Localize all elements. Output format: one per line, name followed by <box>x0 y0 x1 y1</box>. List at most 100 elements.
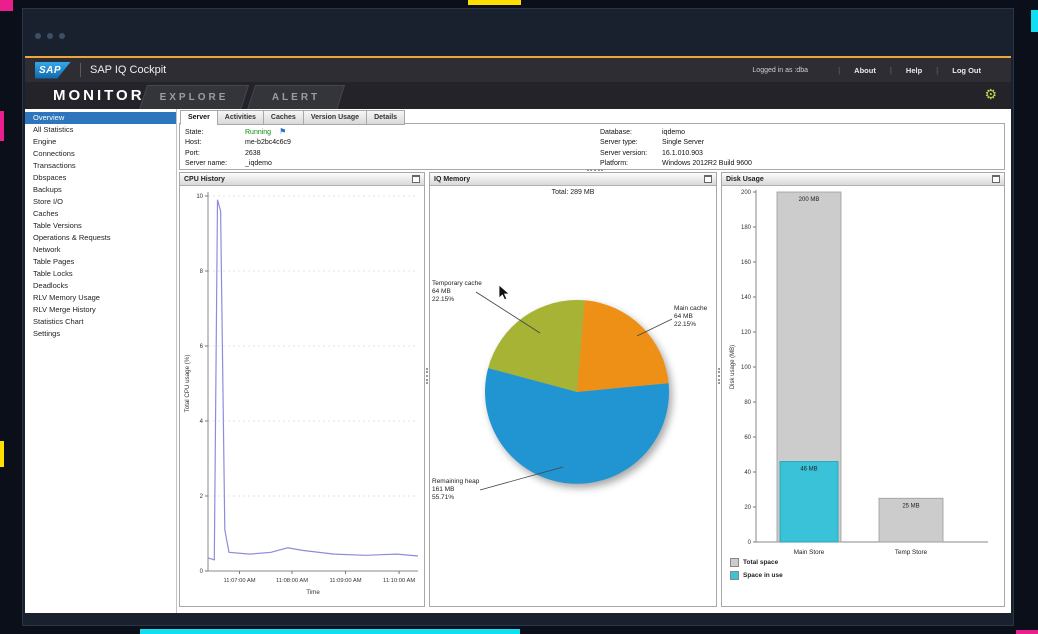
flag-icon[interactable]: ⚑ <box>279 128 286 136</box>
window-control-dot[interactable] <box>47 33 53 39</box>
maximize-icon[interactable] <box>704 175 712 183</box>
info-value: Running <box>245 129 271 136</box>
maximize-icon[interactable] <box>992 175 1000 183</box>
sidebar-item-statistics-chart[interactable]: Statistics Chart <box>25 316 176 328</box>
window-control-dot[interactable] <box>59 33 65 39</box>
sidebar-item-connections[interactable]: Connections <box>25 148 176 160</box>
sidebar-item-settings[interactable]: Settings <box>25 328 176 340</box>
sap-logo-text: SAP <box>39 65 61 76</box>
svg-text:11:07:00 AM: 11:07:00 AM <box>223 578 255 584</box>
legend-item: Total space <box>730 558 783 567</box>
tab-alert-label: ALERT <box>252 86 340 109</box>
sidebar-item-table-locks[interactable]: Table Locks <box>25 268 176 280</box>
info-row: Server name:_iqdemo <box>185 159 291 170</box>
sidebar-item-backups[interactable]: Backups <box>25 184 176 196</box>
edge-mark-top-yellow <box>468 0 521 5</box>
horizontal-splitter[interactable] <box>587 169 603 171</box>
svg-text:200 MB: 200 MB <box>799 197 820 203</box>
sidebar-item-network[interactable]: Network <box>25 244 176 256</box>
sidebar-item-store-i-o[interactable]: Store I/O <box>25 196 176 208</box>
edge-mark-top-left <box>0 0 13 11</box>
server-info-right: Database:iqdemoServer type:Single Server… <box>600 127 752 169</box>
edge-mark-bottom-right <box>1016 630 1038 634</box>
help-link[interactable]: Help <box>906 66 922 75</box>
app-header: SAP SAP IQ Cockpit Logged in as :dba | A… <box>25 56 1011 82</box>
sidebar-item-rlv-merge-history[interactable]: RLV Merge History <box>25 304 176 316</box>
panel-title: Disk Usage <box>726 176 992 183</box>
content-area: OverviewAll StatisticsEngineConnectionsT… <box>25 109 1011 613</box>
separator: | <box>838 66 840 75</box>
tab-caches[interactable]: Caches <box>263 110 303 125</box>
tab-activities[interactable]: Activities <box>217 110 263 125</box>
info-value: Single Server <box>662 139 704 146</box>
sidebar-item-transactions[interactable]: Transactions <box>25 160 176 172</box>
tab-version-usage[interactable]: Version Usage <box>303 110 366 125</box>
info-value: iqdemo <box>662 129 685 136</box>
disk-usage-chart: 020406080100120140160180200Disk usage (M… <box>722 186 1004 606</box>
sidebar-item-engine[interactable]: Engine <box>25 136 176 148</box>
splitter-grip <box>426 368 428 384</box>
tab-monitor[interactable]: MONITOR <box>53 87 145 104</box>
main-nav: MONITOR EXPLORE ALERT ⚙ <box>25 82 1011 109</box>
about-link[interactable]: About <box>854 66 876 75</box>
info-value: Windows 2012R2 Build 9600 <box>662 160 752 167</box>
disk-panel-body: 020406080100120140160180200Disk usage (M… <box>722 186 1004 606</box>
window-control-dot[interactable] <box>35 33 41 39</box>
tab-alert[interactable]: ALERT <box>247 85 345 110</box>
svg-text:6: 6 <box>200 344 204 350</box>
info-label: Host: <box>185 139 245 146</box>
sidebar-item-dbspaces[interactable]: Dbspaces <box>25 172 176 184</box>
info-value: 2638 <box>245 150 261 157</box>
app-window: SAP SAP IQ Cockpit Logged in as :dba | A… <box>22 8 1014 626</box>
svg-text:25 MB: 25 MB <box>902 503 919 509</box>
edge-mark-right-cyan <box>1031 10 1038 32</box>
logged-in-text: Logged in as :dba <box>752 67 808 74</box>
logout-link[interactable]: Log Out <box>952 66 981 75</box>
sap-logo: SAP <box>35 62 71 79</box>
settings-gear-icon[interactable]: ⚙ <box>984 86 997 103</box>
panel-header: CPU History <box>180 173 424 186</box>
tab-details[interactable]: Details <box>366 110 405 125</box>
sidebar-item-rlv-memory-usage[interactable]: RLV Memory Usage <box>25 292 176 304</box>
content-tabs: ServerActivitiesCachesVersion UsageDetai… <box>180 110 405 123</box>
info-row: Server type:Single Server <box>600 138 752 149</box>
pie-label-temporary-cache: Temporary cache64 MB22.15% <box>432 280 482 304</box>
svg-text:46 MB: 46 MB <box>800 467 817 473</box>
legend-swatch <box>730 571 739 580</box>
svg-text:Disk usage (MB): Disk usage (MB) <box>730 345 736 389</box>
info-value: 16.1.010.903 <box>662 150 703 157</box>
header-right: Logged in as :dba | About | Help | Log O… <box>752 66 981 75</box>
screen: { "window": { "header": { "logo_text": "… <box>0 0 1038 634</box>
svg-text:Main Store: Main Store <box>794 549 825 556</box>
svg-text:2: 2 <box>200 494 204 500</box>
panel-header: Disk Usage <box>722 173 1004 186</box>
sidebar-item-caches[interactable]: Caches <box>25 208 176 220</box>
iq-memory-panel: IQ Memory Total: 289 MB Temporary cache6… <box>429 172 717 607</box>
sidebar-item-operations-requests[interactable]: Operations & Requests <box>25 232 176 244</box>
legend-item: Space in use <box>730 571 783 580</box>
info-row: Database:iqdemo <box>600 127 752 138</box>
svg-text:40: 40 <box>744 470 751 476</box>
sidebar-item-table-versions[interactable]: Table Versions <box>25 220 176 232</box>
separator: | <box>936 66 938 75</box>
info-row: State:Running⚑ <box>185 127 291 138</box>
tab-server[interactable]: Server <box>180 110 217 125</box>
svg-text:0: 0 <box>200 569 204 575</box>
svg-text:4: 4 <box>200 419 204 425</box>
info-label: Server name: <box>185 160 245 167</box>
sidebar-item-all-statistics[interactable]: All Statistics <box>25 124 176 136</box>
sidebar-item-overview[interactable]: Overview <box>25 112 176 124</box>
tab-explore-label: EXPLORE <box>144 86 244 109</box>
tab-explore[interactable]: EXPLORE <box>139 85 249 110</box>
edge-mark-left-yellow <box>0 441 4 467</box>
pie-label-main-cache: Main cache64 MB22.15% <box>674 305 707 329</box>
info-value: me-b2bc4c6c9 <box>245 139 291 146</box>
iq-memory-pie-chart <box>430 186 716 606</box>
info-row: Port:2638 <box>185 148 291 159</box>
disk-usage-panel: Disk Usage 020406080100120140160180200Di… <box>721 172 1005 607</box>
sidebar-item-table-pages[interactable]: Table Pages <box>25 256 176 268</box>
svg-text:0: 0 <box>748 540 752 546</box>
sidebar-item-deadlocks[interactable]: Deadlocks <box>25 280 176 292</box>
svg-text:11:08:00 AM: 11:08:00 AM <box>276 578 308 584</box>
maximize-icon[interactable] <box>412 175 420 183</box>
